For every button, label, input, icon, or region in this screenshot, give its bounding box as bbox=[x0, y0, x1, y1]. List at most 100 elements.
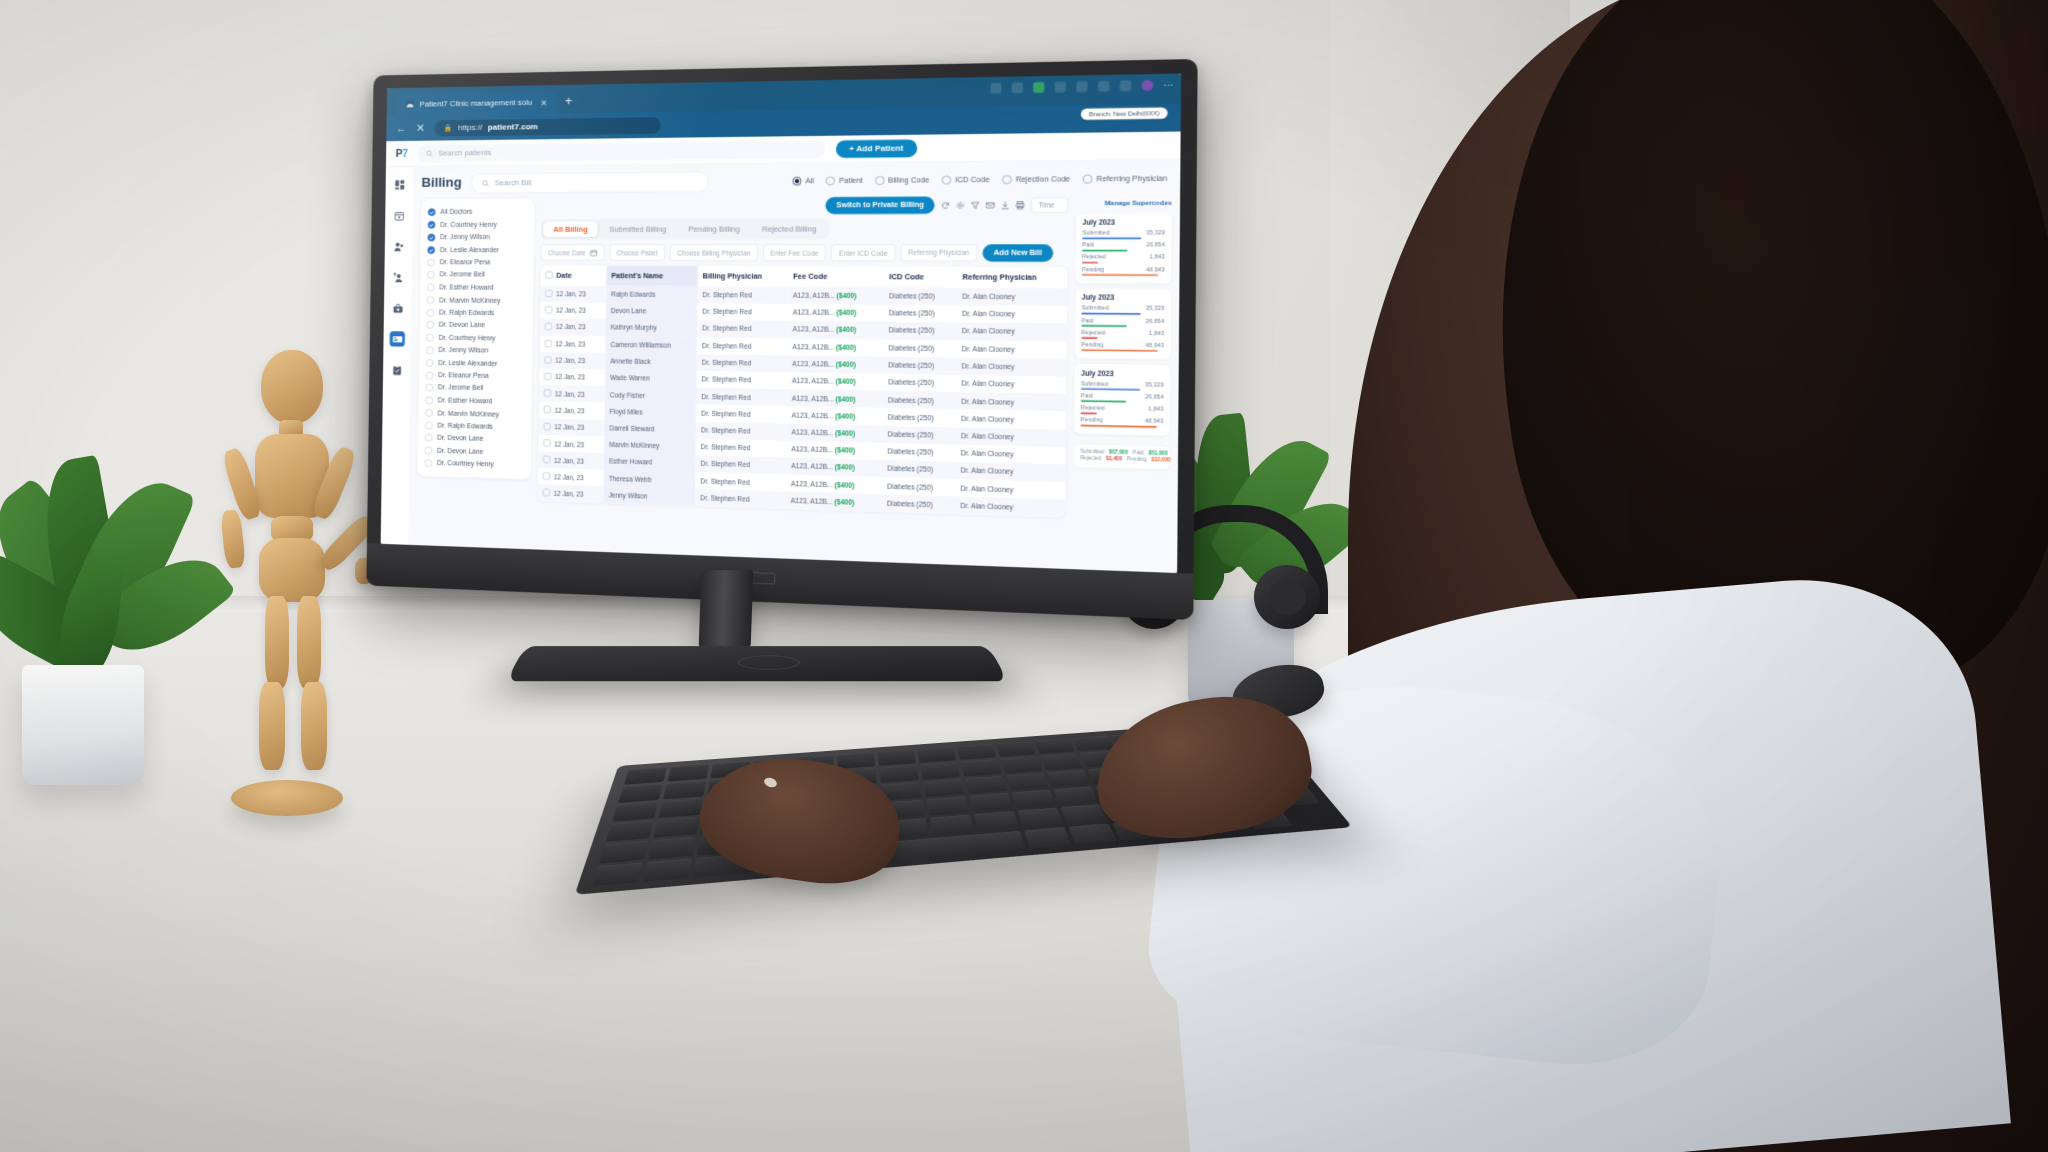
doctor-checkbox[interactable] bbox=[427, 246, 436, 254]
radio-filter-billing-code[interactable]: Billing Code bbox=[874, 176, 929, 186]
branch-selector[interactable]: Branch: New Delhi(IIXX) bbox=[1081, 107, 1168, 121]
share-icon[interactable] bbox=[990, 82, 1002, 94]
doctor-list-item[interactable]: Dr. Devon Lane bbox=[425, 319, 527, 333]
doctor-checkbox[interactable] bbox=[427, 221, 436, 229]
filter-input-choose-date[interactable]: Choose Date bbox=[540, 244, 605, 261]
row-checkbox[interactable] bbox=[543, 439, 551, 447]
filter-input-enter-fee-code[interactable]: Enter Fee Code bbox=[762, 244, 826, 262]
doctor-checkbox[interactable] bbox=[425, 358, 434, 367]
back-icon[interactable]: ← bbox=[396, 123, 406, 135]
doctor-checkbox[interactable] bbox=[427, 271, 435, 279]
doctor-checkbox[interactable] bbox=[424, 434, 433, 443]
print-icon[interactable] bbox=[1016, 200, 1026, 209]
browser-menu-icon[interactable]: ⋯ bbox=[1164, 80, 1173, 90]
doctor-checkbox[interactable] bbox=[427, 208, 436, 217]
manage-supercodes-link[interactable]: Manage Supercodes bbox=[1104, 199, 1171, 207]
download-icon[interactable] bbox=[1001, 200, 1011, 209]
collections-icon[interactable] bbox=[1033, 82, 1045, 93]
doctor-list-item[interactable]: Dr. Courtney Henry bbox=[426, 218, 528, 231]
doctor-checkbox[interactable] bbox=[426, 321, 435, 330]
doctor-list-item[interactable]: Dr. Ralph Edwards bbox=[425, 306, 527, 319]
sidebar-item-dashboard[interactable] bbox=[392, 177, 407, 193]
favorites-icon[interactable] bbox=[1011, 82, 1023, 94]
filter-input-choose-billing-physician[interactable]: Choose Billing Physician bbox=[669, 244, 758, 262]
add-patient-button[interactable]: + Add Patient bbox=[835, 139, 918, 159]
doctor-checkbox[interactable] bbox=[426, 308, 435, 317]
sidebar-item-add-patient[interactable] bbox=[390, 269, 405, 285]
doctor-checkbox[interactable] bbox=[425, 371, 434, 380]
doctor-list-item[interactable]: Dr. Eleanor Pena bbox=[426, 256, 528, 269]
row-checkbox[interactable] bbox=[543, 455, 551, 464]
row-checkbox[interactable] bbox=[542, 472, 551, 480]
radio-filter-referring-physician[interactable]: Referring Physician bbox=[1082, 174, 1167, 184]
new-tab-button[interactable]: + bbox=[565, 94, 573, 113]
doctor-checkbox[interactable] bbox=[425, 346, 434, 355]
doctor-checkbox[interactable] bbox=[426, 333, 434, 342]
doctor-list-item[interactable]: Dr. Jerome Bell bbox=[426, 269, 528, 282]
doctor-list-item[interactable]: Dr. Courtney Henry bbox=[425, 331, 527, 345]
select-all-checkbox[interactable] bbox=[545, 271, 553, 279]
bill-search-input[interactable]: Search Bill bbox=[471, 171, 709, 194]
stop-reload-icon[interactable]: ✕ bbox=[416, 122, 425, 135]
radio-filter-rejection-code[interactable]: Rejection Code bbox=[1002, 175, 1070, 185]
doctor-checkbox[interactable] bbox=[424, 459, 433, 468]
close-tab-icon[interactable]: ✕ bbox=[540, 97, 547, 107]
doctor-checkbox[interactable] bbox=[426, 296, 435, 304]
radio-filter-icd-code[interactable]: ICD Code bbox=[941, 175, 990, 185]
settings-icon[interactable] bbox=[956, 201, 965, 210]
history-icon[interactable] bbox=[1054, 81, 1066, 93]
doctor-list-item[interactable]: Dr. Courtney Henry bbox=[423, 457, 525, 472]
search-input[interactable]: Search patients bbox=[417, 140, 826, 163]
filter-icon[interactable] bbox=[971, 200, 981, 209]
row-checkbox[interactable] bbox=[543, 389, 552, 397]
sidebar-item-clipboard[interactable] bbox=[389, 362, 404, 378]
radio-filter-patient[interactable]: Patient bbox=[826, 176, 863, 186]
row-checkbox[interactable] bbox=[545, 306, 553, 314]
doctor-checkbox[interactable] bbox=[425, 383, 434, 392]
row-checkbox[interactable] bbox=[544, 356, 552, 364]
filter-input-enter-icd-code[interactable]: Enter ICD Code bbox=[831, 244, 896, 262]
doctor-checkbox[interactable] bbox=[425, 396, 434, 405]
doctor-checkbox[interactable] bbox=[427, 233, 436, 242]
sidebar-item-billing[interactable] bbox=[389, 331, 405, 347]
row-checkbox[interactable] bbox=[542, 489, 550, 497]
address-bar[interactable]: 🔒 https:// patient7.com bbox=[434, 116, 661, 137]
split-screen-icon[interactable] bbox=[1119, 80, 1132, 92]
referring-physician-input[interactable]: Referring Physician bbox=[900, 244, 978, 262]
doctor-checkbox[interactable] bbox=[427, 258, 435, 267]
doctor-checkbox[interactable] bbox=[424, 446, 433, 455]
sidebar-item-calendar[interactable] bbox=[391, 208, 406, 223]
doctor-list-item[interactable]: All Doctors bbox=[426, 206, 528, 219]
row-checkbox[interactable] bbox=[543, 406, 551, 414]
refresh-icon[interactable] bbox=[941, 201, 950, 210]
doctor-checkbox[interactable] bbox=[426, 283, 435, 292]
row-checkbox[interactable] bbox=[543, 422, 551, 430]
settings-icon[interactable] bbox=[1076, 81, 1088, 93]
extensions-icon[interactable] bbox=[1097, 80, 1110, 92]
tab-pending-billing[interactable]: Pending Billing bbox=[678, 221, 750, 237]
add-new-bill-button[interactable]: Add New Bill bbox=[982, 244, 1054, 262]
avatar[interactable] bbox=[1141, 80, 1154, 91]
mail-icon[interactable] bbox=[986, 200, 996, 209]
doctor-list-item[interactable]: Dr. Marvin McKinney bbox=[425, 294, 527, 307]
sidebar-item-patients[interactable] bbox=[391, 239, 406, 254]
sidebar-item-medical-bag[interactable] bbox=[390, 300, 405, 316]
row-checkbox[interactable] bbox=[545, 289, 553, 298]
time-filter-input[interactable]: Time bbox=[1031, 197, 1069, 213]
doctor-checkbox[interactable] bbox=[425, 408, 433, 417]
tab-submitted-billing[interactable]: Submitted Billing bbox=[599, 221, 676, 237]
switch-private-billing-button[interactable]: Switch to Private Billing bbox=[825, 196, 935, 215]
filter-input-choose-patiet[interactable]: Choose Patiet bbox=[609, 244, 665, 261]
row-checkbox[interactable] bbox=[544, 339, 552, 347]
tab-rejected-billing[interactable]: Rejected Billing bbox=[751, 221, 827, 237]
row-checkbox[interactable] bbox=[544, 372, 552, 381]
row-checkbox[interactable] bbox=[544, 323, 553, 331]
radio-filter-all[interactable]: All bbox=[792, 176, 814, 186]
doctor-list-item[interactable]: Dr. Jenny Wilson bbox=[426, 231, 528, 244]
doctor-list-item[interactable]: Dr. Esther Howard bbox=[425, 281, 527, 294]
browser-tab-patient7[interactable]: Patient7 Clinic management solu ✕ bbox=[396, 90, 557, 117]
doctor-list-item[interactable]: Dr. Leslie Alexander bbox=[426, 244, 528, 257]
doctor-checkbox[interactable] bbox=[424, 421, 433, 430]
tab-all-billing[interactable]: All Billing bbox=[543, 221, 599, 238]
fee-amount: ($400) bbox=[834, 446, 855, 455]
